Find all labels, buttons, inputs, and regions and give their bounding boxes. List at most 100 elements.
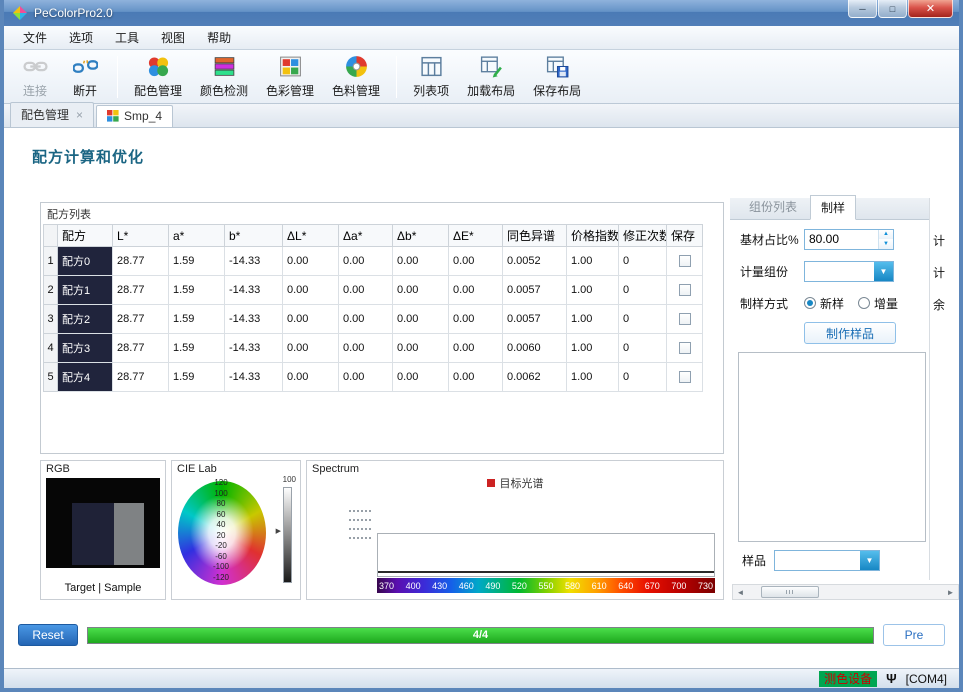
metering-group-label: 计量组份 <box>740 263 804 280</box>
formula-color-cell: 配方1 <box>58 276 113 305</box>
sample-list-area[interactable] <box>738 352 926 542</box>
lightness-bar-top-label: 100 <box>283 475 296 484</box>
dropdown-button[interactable]: ▼ <box>860 551 879 570</box>
wavelength-tick-label: 400 <box>406 581 421 591</box>
column-header[interactable]: Δa* <box>339 225 393 247</box>
column-header[interactable]: Δb* <box>393 225 449 247</box>
row-number: 4 <box>44 334 58 363</box>
toolbar-colorant-manage-button[interactable]: 色料管理 <box>325 51 387 102</box>
close-button[interactable]: ✕ <box>908 0 953 18</box>
spin-up-button[interactable]: ▲ <box>879 230 893 240</box>
cell-save <box>667 334 703 363</box>
menu-item-options[interactable]: 选项 <box>58 26 104 49</box>
column-header[interactable]: ΔE* <box>449 225 503 247</box>
toolbar-load-layout-button[interactable]: 加载布局 <box>460 51 522 102</box>
radio-icon[interactable] <box>858 297 870 309</box>
save-checkbox[interactable] <box>679 255 691 267</box>
save-layout-icon <box>545 54 570 79</box>
cell-price-index: 1.00 <box>567 247 619 276</box>
column-header[interactable]: 价格指数 <box>567 225 619 247</box>
cell-dL: 0.00 <box>283 305 339 334</box>
tab-color-matching[interactable]: 配色管理× <box>10 102 94 127</box>
horizontal-scrollbar[interactable]: ◄ ► <box>732 584 959 600</box>
scroll-right-button[interactable]: ► <box>943 585 958 599</box>
toolbar-color-matching-button[interactable]: 配色管理 <box>127 51 189 102</box>
toolbar-color-manage-button[interactable]: 色彩管理 <box>259 51 321 102</box>
wavelength-tick-label: 520 <box>512 581 527 591</box>
cell-dL: 0.00 <box>283 247 339 276</box>
tab-close-icon[interactable]: × <box>76 109 83 121</box>
save-checkbox[interactable] <box>679 284 691 296</box>
toolbar-button-label: 列表项 <box>413 82 449 99</box>
title-bar[interactable]: PeColorPro2.0 ─ □ ✕ <box>4 0 959 26</box>
formula-row[interactable]: 2配方128.771.59-14.330.000.000.000.000.005… <box>44 276 703 305</box>
radio-icon[interactable] <box>804 297 816 309</box>
connect-icon <box>23 54 48 79</box>
spectrum-panel: Spectrum 目标光谱 37040043046049052055058061… <box>306 460 724 600</box>
metering-group-select[interactable]: ▼ <box>804 261 894 282</box>
save-checkbox[interactable] <box>679 342 691 354</box>
column-header[interactable]: b* <box>225 225 283 247</box>
menu-item-help[interactable]: 帮助 <box>196 26 242 49</box>
wavelength-axis: 370400430460490520550580610640670700730 <box>377 578 715 593</box>
formula-table: 配方L*a*b*ΔL*Δa*Δb*ΔE*同色异谱价格指数修正次数保存 1配方02… <box>43 224 703 392</box>
save-checkbox[interactable] <box>679 371 691 383</box>
toolbar-save-layout-button[interactable]: 保存布局 <box>526 51 588 102</box>
sample-select[interactable]: ▼ <box>774 550 880 571</box>
toolbar-color-detect-button[interactable]: 颜色检测 <box>193 51 255 102</box>
reset-button[interactable]: Reset <box>18 624 78 646</box>
formula-group-title: 配方列表 <box>41 203 723 224</box>
tab-sampling[interactable]: 制样 <box>810 195 856 220</box>
cell-corrections: 0 <box>619 276 667 305</box>
cell-b: -14.33 <box>225 276 283 305</box>
pre-button[interactable]: Pre <box>883 624 945 646</box>
cell-L: 28.77 <box>113 334 169 363</box>
sampling-mode-option[interactable]: 新样 <box>804 295 844 312</box>
formula-row[interactable]: 1配方028.771.59-14.330.000.000.000.000.005… <box>44 247 703 276</box>
column-header[interactable]: 配方 <box>58 225 113 247</box>
cell-metamerism: 0.0052 <box>503 247 567 276</box>
cell-save <box>667 363 703 392</box>
tab-components[interactable]: 组份列表 <box>738 194 808 219</box>
sampling-mode-label: 制样方式 <box>740 295 804 312</box>
tab-smp4[interactable]: Smp_4 <box>96 105 173 127</box>
sampling-mode-group: 新样增量 <box>804 295 912 312</box>
base-ratio-input[interactable] <box>805 230 878 249</box>
toolbar-list-items-button[interactable]: 列表项 <box>406 51 456 102</box>
column-header[interactable]: 同色异谱 <box>503 225 567 247</box>
menu-item-view[interactable]: 视图 <box>150 26 196 49</box>
save-checkbox[interactable] <box>679 313 691 325</box>
menu-item-tools[interactable]: 工具 <box>104 26 150 49</box>
menu-item-file[interactable]: 文件 <box>12 26 58 49</box>
radio-label: 新样 <box>820 295 844 312</box>
scroll-left-button[interactable]: ◄ <box>733 585 748 599</box>
row-number: 2 <box>44 276 58 305</box>
formula-row[interactable]: 3配方228.771.59-14.330.000.000.000.000.005… <box>44 305 703 334</box>
wavelength-tick-label: 370 <box>379 581 394 591</box>
axis-tick-label: -60 <box>202 552 240 563</box>
formula-row[interactable]: 4配方328.771.59-14.330.000.000.000.000.006… <box>44 334 703 363</box>
cell-price-index: 1.00 <box>567 276 619 305</box>
column-header[interactable]: 保存 <box>667 225 703 247</box>
make-sample-button[interactable]: 制作样品 <box>804 322 896 344</box>
legend-swatch-icon <box>487 479 495 487</box>
toolbar-button-label: 颜色检测 <box>200 82 248 99</box>
minimize-button[interactable]: ─ <box>848 0 877 18</box>
column-header[interactable]: ΔL* <box>283 225 339 247</box>
cell-corrections: 0 <box>619 247 667 276</box>
dropdown-button[interactable]: ▼ <box>874 262 893 281</box>
maximize-button[interactable]: □ <box>878 0 907 18</box>
minimize-icon: ─ <box>859 4 865 14</box>
menu-bar: 文件选项工具视图帮助 <box>4 26 959 50</box>
column-header[interactable]: a* <box>169 225 225 247</box>
formula-row[interactable]: 5配方428.771.59-14.330.000.000.000.000.006… <box>44 363 703 392</box>
sampling-mode-option[interactable]: 增量 <box>858 295 898 312</box>
clipped-label: 余 <box>933 296 945 313</box>
spin-down-button[interactable]: ▼ <box>879 239 893 249</box>
column-header[interactable]: 修正次数 <box>619 225 667 247</box>
toolbar-disconnect-button[interactable]: 断开 <box>62 51 108 102</box>
column-header[interactable]: L* <box>113 225 169 247</box>
window-title: PeColorPro2.0 <box>34 6 113 20</box>
cell-da: 0.00 <box>339 305 393 334</box>
scrollbar-thumb[interactable] <box>761 586 819 598</box>
